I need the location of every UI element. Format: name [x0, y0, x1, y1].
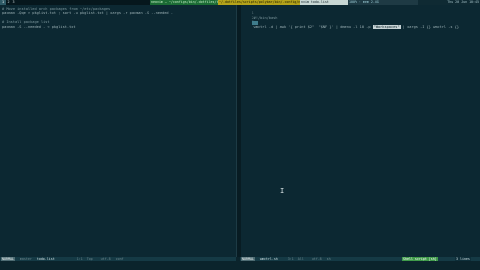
encoding: utf-8 [311, 257, 322, 261]
right-line-3: 3 wmctrl -d | awk '{ print $2" "$NF }' |… [243, 16, 459, 29]
git-branch: master [19, 257, 32, 261]
mode-indicator: NORMAL [1, 257, 15, 261]
text-cursor [252, 21, 258, 25]
filetype: conf [115, 257, 124, 261]
cursor-position: 1:1 [76, 257, 83, 261]
file-name: wmctrl.sh [259, 257, 278, 261]
line-count: 3 lines [455, 257, 471, 262]
left-line-5: pacman -S --needed - < pkglist.txt [2, 24, 76, 29]
scroll-percent: All [297, 257, 304, 261]
right-statusline: NORMAL wmctrl.sh 3:1 All utf-8 sh [241, 257, 411, 261]
status-area: NORMAL master todo.list 1:1 Top utf-8 co… [0, 257, 480, 270]
filetype-badge: Shell script [sh] [402, 257, 438, 262]
left-line-2: pacman -Qqe > pkglist.txt ; sort -u pkgl… [2, 11, 173, 16]
file-name: todo.list [36, 257, 55, 261]
line-text-post: | xargs -I {} wmctrl -s {} [400, 24, 460, 29]
filetype: sh [326, 257, 331, 261]
line-text-pre: wmctrl -d | awk '{ print $2" "$NF }' | d… [253, 24, 373, 29]
left-editor-pane[interactable]: # Move installed arch packages from ~/et… [0, 5, 236, 257]
highlighted-string: "Workspaces" [372, 24, 401, 29]
left-statusline: NORMAL master todo.list 1:1 Top utf-8 co… [1, 257, 235, 261]
cursor-position: 3:1 [287, 257, 294, 261]
right-editor-pane[interactable]: 1 #!/bin/bash 2 3 wmctrl -d | awk '{ pri… [240, 5, 480, 257]
i-beam-cursor-icon: I [280, 187, 285, 195]
encoding: utf-8 [100, 257, 111, 261]
scroll-percent: Top [86, 257, 93, 261]
mode-indicator: NORMAL [241, 257, 255, 261]
